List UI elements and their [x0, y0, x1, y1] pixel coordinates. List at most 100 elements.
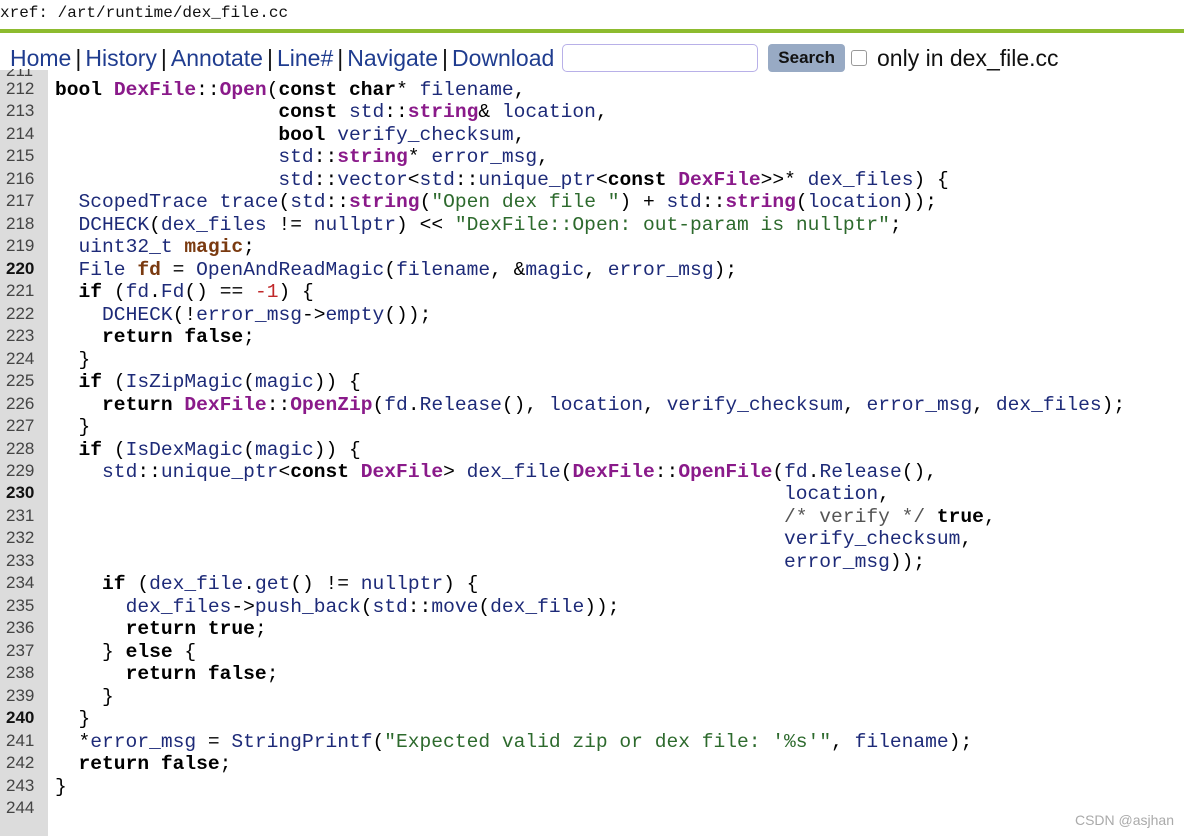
- identifier[interactable]: location: [808, 191, 902, 213]
- line-number[interactable]: 231: [6, 506, 44, 526]
- line-number[interactable]: 237: [6, 641, 44, 661]
- identifier[interactable]: error_msg: [608, 259, 714, 281]
- identifier[interactable]: error_msg: [431, 146, 537, 168]
- identifier[interactable]: trace: [220, 191, 279, 213]
- type-name[interactable]: DexFile: [678, 169, 760, 191]
- identifier[interactable]: DCHECK: [79, 214, 150, 236]
- identifier[interactable]: magic: [525, 259, 584, 281]
- line-number[interactable]: 238: [6, 663, 44, 683]
- line-number[interactable]: 213: [6, 101, 44, 121]
- identifier[interactable]: nullptr: [361, 573, 443, 595]
- identifier[interactable]: verify_checksum: [667, 394, 843, 416]
- line-number[interactable]: 219: [6, 236, 44, 256]
- identifier[interactable]: dex_file: [490, 596, 584, 618]
- identifier[interactable]: error_msg: [866, 394, 972, 416]
- identifier[interactable]: std: [349, 101, 384, 123]
- local-definition[interactable]: magic: [184, 236, 243, 258]
- identifier[interactable]: location: [502, 101, 596, 123]
- identifier[interactable]: dex_files: [996, 394, 1102, 416]
- identifier[interactable]: error_msg: [196, 304, 302, 326]
- identifier[interactable]: std: [278, 169, 313, 191]
- line-number[interactable]: 242: [6, 753, 44, 773]
- identifier[interactable]: filename: [396, 259, 490, 281]
- line-number[interactable]: 230: [6, 483, 44, 503]
- line-number[interactable]: 228: [6, 439, 44, 459]
- type-name[interactable]: DexFile: [361, 461, 443, 483]
- nav-download[interactable]: Download: [452, 45, 554, 72]
- identifier[interactable]: IsDexMagic: [126, 439, 244, 461]
- line-number[interactable]: 232: [6, 528, 44, 548]
- identifier[interactable]: OpenAndReadMagic: [196, 259, 384, 281]
- identifier[interactable]: dex_files: [808, 169, 914, 191]
- identifier[interactable]: std: [420, 169, 455, 191]
- line-number[interactable]: 225: [6, 371, 44, 391]
- identifier[interactable]: dex_files: [126, 596, 232, 618]
- type-name[interactable]: DexFile: [184, 394, 266, 416]
- line-number[interactable]: 240: [6, 708, 44, 728]
- identifier[interactable]: unique_ptr: [478, 169, 596, 191]
- type-name[interactable]: OpenZip: [290, 394, 372, 416]
- line-number[interactable]: 226: [6, 394, 44, 414]
- identifier[interactable]: fd: [784, 461, 808, 483]
- identifier[interactable]: get: [255, 573, 290, 595]
- type-name[interactable]: string: [349, 191, 420, 213]
- identifier[interactable]: std: [102, 461, 137, 483]
- identifier[interactable]: uint32_t: [79, 236, 173, 258]
- identifier[interactable]: StringPrintf: [231, 731, 372, 753]
- identifier[interactable]: Fd: [161, 281, 185, 303]
- line-number[interactable]: 212: [6, 79, 44, 99]
- identifier[interactable]: location: [784, 483, 878, 505]
- nav-history[interactable]: History: [85, 45, 157, 72]
- line-number[interactable]: 223: [6, 326, 44, 346]
- identifier[interactable]: std: [278, 146, 313, 168]
- identifier[interactable]: dex_files: [161, 214, 267, 236]
- line-number[interactable]: 229: [6, 461, 44, 481]
- search-button[interactable]: Search: [768, 44, 845, 72]
- identifier[interactable]: unique_ptr: [161, 461, 279, 483]
- line-number[interactable]: 235: [6, 596, 44, 616]
- identifier[interactable]: verify_checksum: [784, 528, 960, 550]
- local-definition[interactable]: fd: [137, 259, 161, 281]
- type-name[interactable]: string: [337, 146, 408, 168]
- identifier[interactable]: filename: [420, 79, 514, 101]
- identifier[interactable]: fd: [384, 394, 408, 416]
- line-number[interactable]: 222: [6, 304, 44, 324]
- line-number[interactable]: 233: [6, 551, 44, 571]
- identifier[interactable]: magic: [255, 371, 314, 393]
- line-number[interactable]: 211: [6, 69, 44, 79]
- identifier[interactable]: nullptr: [314, 214, 396, 236]
- type-name[interactable]: DexFile: [114, 79, 196, 101]
- identifier[interactable]: dex_file: [149, 573, 243, 595]
- line-number[interactable]: 239: [6, 686, 44, 706]
- identifier[interactable]: dex_file: [467, 461, 561, 483]
- only-in-file-checkbox[interactable]: [851, 50, 867, 66]
- identifier[interactable]: std: [290, 191, 325, 213]
- identifier[interactable]: empty: [326, 304, 385, 326]
- type-name[interactable]: DexFile: [572, 461, 654, 483]
- identifier[interactable]: std: [667, 191, 702, 213]
- identifier[interactable]: ScopedTrace: [79, 191, 208, 213]
- identifier[interactable]: Release: [819, 461, 901, 483]
- type-name[interactable]: string: [408, 101, 479, 123]
- line-number[interactable]: 227: [6, 416, 44, 436]
- line-number[interactable]: 215: [6, 146, 44, 166]
- identifier[interactable]: vector: [337, 169, 408, 191]
- search-input[interactable]: [562, 44, 759, 72]
- nav-annotate[interactable]: Annotate: [171, 45, 263, 72]
- nav-home[interactable]: Home: [10, 45, 71, 72]
- line-number[interactable]: 244: [6, 798, 44, 818]
- identifier[interactable]: magic: [255, 439, 314, 461]
- identifier[interactable]: IsZipMagic: [126, 371, 244, 393]
- identifier[interactable]: DCHECK: [102, 304, 173, 326]
- line-number[interactable]: 218: [6, 214, 44, 234]
- identifier[interactable]: std: [373, 596, 408, 618]
- line-number[interactable]: 216: [6, 169, 44, 189]
- identifier[interactable]: error_msg: [90, 731, 196, 753]
- identifier[interactable]: fd: [126, 281, 150, 303]
- identifier[interactable]: filename: [855, 731, 949, 753]
- identifier[interactable]: push_back: [255, 596, 361, 618]
- line-number[interactable]: 236: [6, 618, 44, 638]
- identifier[interactable]: move: [431, 596, 478, 618]
- line-number[interactable]: 217: [6, 191, 44, 211]
- line-number[interactable]: 234: [6, 573, 44, 593]
